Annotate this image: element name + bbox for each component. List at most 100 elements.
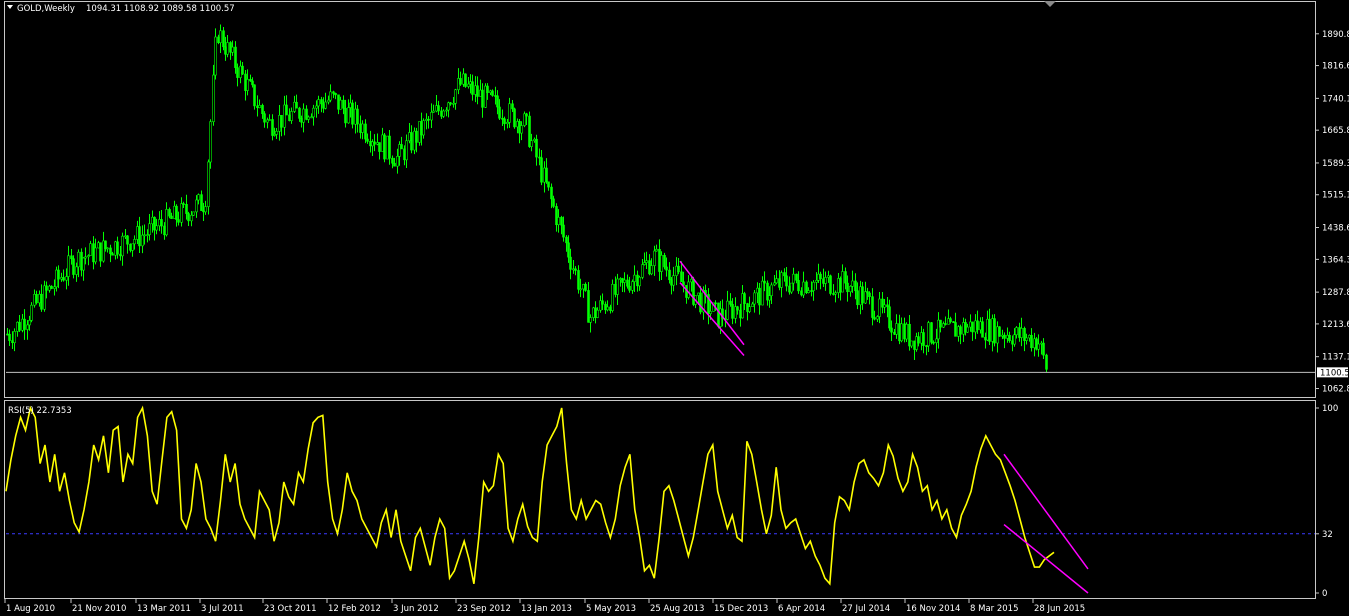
candle-body	[890, 327, 893, 333]
candle-body	[663, 254, 666, 268]
candle-body	[253, 84, 256, 107]
candle-body	[672, 275, 675, 286]
candle-body	[775, 278, 778, 284]
candle-body	[1028, 335, 1031, 339]
candle-body	[138, 226, 141, 247]
candle-body	[731, 304, 734, 319]
candle-body	[415, 130, 418, 143]
candle-body	[182, 203, 185, 205]
candle-body	[180, 203, 183, 223]
candle-body	[190, 214, 193, 222]
candle-body	[449, 102, 452, 105]
candle-body	[1042, 342, 1045, 356]
candle-body	[219, 30, 222, 43]
candle-body	[383, 134, 386, 160]
time-axis-label: 1 Aug 2010	[6, 604, 55, 614]
candle-body	[339, 99, 342, 110]
price-axis-label: 1890.8	[1322, 30, 1349, 40]
candle-body	[633, 274, 636, 282]
price-axis-label: 1213.6	[1322, 320, 1349, 330]
candle-body	[939, 319, 942, 328]
candle-body	[1025, 337, 1028, 341]
candle-body	[67, 255, 70, 277]
candle-body	[224, 46, 227, 55]
candle-body	[312, 107, 315, 118]
time-axis-label: 6 Apr 2014	[778, 604, 825, 614]
candle-body	[65, 276, 68, 281]
candle-body	[606, 306, 609, 311]
candle-body	[116, 241, 119, 255]
candle-body	[935, 338, 938, 343]
time-axis-label: 21 Nov 2010	[72, 604, 126, 614]
candle-body	[471, 81, 474, 95]
candle-body	[236, 67, 239, 78]
time-axis-label: 5 May 2013	[586, 604, 636, 614]
candle-body	[930, 322, 933, 343]
time-axis-label: 12 Feb 2012	[328, 604, 381, 614]
candle-body	[13, 331, 16, 343]
candle-body	[729, 300, 732, 305]
candle-body	[807, 290, 810, 293]
candle-body	[151, 216, 154, 225]
rsi-axis-label: 100	[1322, 404, 1338, 414]
candle-body	[758, 287, 761, 306]
time-axis-label: 27 Jul 2014	[842, 604, 890, 614]
candle-body	[545, 167, 548, 183]
candle-body	[944, 323, 947, 325]
candle-body	[525, 113, 528, 117]
candle-body	[856, 290, 859, 306]
candle-body	[1013, 334, 1016, 345]
candle-body	[26, 324, 29, 330]
candle-body	[185, 203, 188, 214]
candle-body	[315, 105, 318, 109]
candle-body	[334, 93, 337, 96]
candle-body	[158, 219, 161, 227]
candle-body	[520, 125, 523, 134]
candle-body	[530, 140, 533, 147]
candle-body	[427, 118, 430, 121]
candle-body	[102, 240, 105, 262]
price-axis-label: 1665.8	[1322, 126, 1349, 136]
candle-body	[109, 247, 112, 254]
candle-body	[342, 99, 345, 109]
candle-body	[133, 239, 136, 245]
candle-body	[410, 132, 413, 151]
candle-body	[226, 42, 229, 55]
current-price-tag: 1100.5	[1317, 367, 1349, 378]
candle-body	[665, 266, 668, 271]
candle-body	[271, 119, 274, 136]
candle-body	[780, 272, 783, 288]
candle-body	[900, 323, 903, 342]
candle-body	[552, 198, 555, 207]
candle-body	[391, 157, 394, 164]
candle-body	[795, 273, 798, 281]
candle-body	[841, 271, 844, 293]
candle-body	[645, 260, 648, 263]
candle-body	[432, 110, 435, 113]
candle-body	[405, 140, 408, 161]
candle-body	[99, 242, 102, 262]
candle-body	[868, 292, 871, 297]
time-axis-label: 3 Jun 2012	[393, 604, 439, 614]
price-axis-label: 1515.1	[1322, 191, 1349, 201]
candle-body	[626, 279, 629, 287]
candle-body	[197, 194, 200, 201]
candle-body	[111, 253, 114, 256]
candle-body	[628, 285, 631, 291]
price-axis-label: 1816.6	[1322, 62, 1349, 72]
candle-body	[62, 277, 65, 281]
candle-body	[126, 235, 129, 245]
candle-body	[829, 275, 832, 294]
candle-body	[988, 318, 991, 342]
candle-body	[364, 123, 367, 140]
candle-body	[535, 138, 538, 158]
candle-body	[6, 333, 9, 336]
candle-body	[92, 243, 95, 263]
candle-body	[565, 236, 568, 244]
candle-body	[954, 322, 957, 337]
candle-body	[584, 283, 587, 291]
candle-body	[175, 205, 178, 220]
price-axis-label: 1740.1	[1322, 94, 1349, 104]
candle-body	[459, 78, 462, 85]
candle-body	[1037, 343, 1040, 350]
